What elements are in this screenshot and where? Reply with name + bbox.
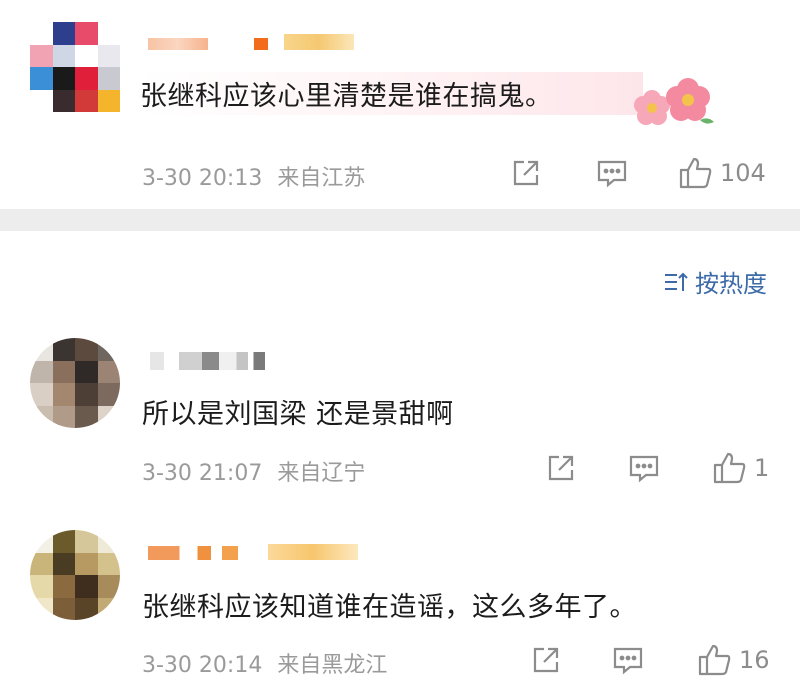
comment-text: 张继科应该心里清楚是谁在搞鬼。 bbox=[140, 72, 643, 115]
share-button[interactable] bbox=[510, 157, 542, 189]
comment-text: 张继科应该知道谁在造谣，这么多年了。 bbox=[142, 592, 637, 623]
sort-label: 按热度 bbox=[695, 270, 767, 298]
badge-blurred bbox=[268, 544, 358, 560]
sort-by-hot-button[interactable]: 按热度 bbox=[663, 264, 767, 299]
share-button[interactable] bbox=[545, 452, 577, 484]
badge-blurred bbox=[284, 34, 354, 50]
like-button[interactable]: 16 bbox=[697, 643, 770, 677]
like-button[interactable]: 104 bbox=[678, 156, 766, 190]
share-button[interactable] bbox=[530, 644, 562, 676]
avatar[interactable] bbox=[30, 530, 120, 620]
like-count: 1 bbox=[754, 454, 770, 482]
comment-location: 来自黑龙江 bbox=[277, 653, 388, 678]
share-icon bbox=[548, 455, 574, 481]
username-blurred[interactable] bbox=[150, 352, 265, 370]
comment-text: 所以是刘国梁 还是景甜啊 bbox=[142, 399, 454, 430]
avatar[interactable] bbox=[30, 338, 120, 428]
sort-icon bbox=[665, 272, 688, 291]
reply-icon bbox=[597, 160, 627, 188]
badge-blurred bbox=[254, 38, 268, 50]
reply-button[interactable] bbox=[596, 157, 628, 189]
like-count: 16 bbox=[739, 646, 770, 674]
comment-location: 来自江苏 bbox=[277, 166, 366, 191]
thumbs-up-icon bbox=[679, 157, 712, 189]
like-count: 104 bbox=[720, 159, 766, 187]
username-blurred[interactable] bbox=[148, 546, 238, 560]
comment-meta: 3-30 20:14 来自黑龙江 bbox=[142, 647, 387, 679]
flower-sticker-icon bbox=[630, 76, 720, 136]
reply-button[interactable] bbox=[612, 644, 644, 676]
share-icon bbox=[513, 160, 539, 186]
avatar[interactable] bbox=[30, 22, 120, 112]
reply-button[interactable] bbox=[628, 452, 660, 484]
section-divider bbox=[0, 209, 800, 231]
reply-icon bbox=[629, 455, 659, 483]
reply-icon bbox=[613, 647, 643, 675]
comment-time: 3-30 20:14 bbox=[142, 653, 263, 678]
username-blurred[interactable] bbox=[148, 38, 208, 50]
thumbs-up-icon bbox=[698, 644, 731, 676]
thumbs-up-icon bbox=[713, 452, 746, 484]
comment-meta: 3-30 20:13 来自江苏 bbox=[142, 160, 365, 192]
share-icon bbox=[533, 647, 559, 673]
comment-time: 3-30 21:07 bbox=[142, 461, 263, 486]
comment-location: 来自辽宁 bbox=[277, 461, 366, 486]
like-button[interactable]: 1 bbox=[712, 451, 769, 485]
comment-time: 3-30 20:13 bbox=[142, 166, 263, 191]
comment-meta: 3-30 21:07 来自辽宁 bbox=[142, 455, 365, 487]
